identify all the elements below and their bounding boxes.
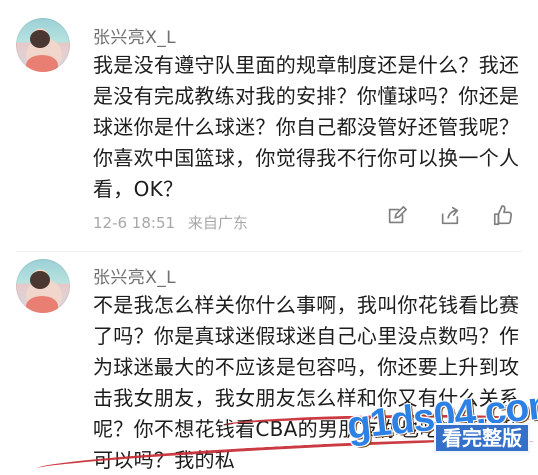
comment-screenshot: 张兴亮X_L 我是没有遵守队里面的规章制度还是什么？我还是没有完成教练对我的安排… — [0, 0, 538, 475]
like-icon[interactable] — [492, 205, 514, 227]
share-icon[interactable] — [439, 205, 461, 227]
comment-text: 我是没有遵守队里面的规章制度还是什么？我还是没有完成教练对我的安排？你懂球吗？你… — [93, 53, 520, 201]
user-avatar[interactable] — [16, 259, 70, 313]
username[interactable]: 张兴亮X_L — [93, 23, 176, 48]
username[interactable]: 张兴亮X_L — [93, 263, 176, 288]
comment-item: 张兴亮X_L 不是我怎么样关你什么事啊，我叫你花钱看比赛了吗？你是真球迷假球迷自… — [0, 252, 538, 475]
comment-meta: 12-6 18:51 来自广东 — [93, 212, 248, 233]
comment-text: 不是我怎么样关你什么事啊，我叫你花钱看比赛了吗？你是真球迷假球迷自己心里没点数吗… — [93, 293, 521, 472]
comment-actions — [386, 205, 514, 227]
user-avatar[interactable] — [16, 18, 70, 72]
comment-item: 张兴亮X_L 我是没有遵守队里面的规章制度还是什么？我还是没有完成教练对我的安排… — [0, 0, 538, 252]
comment-location: 来自广东 — [187, 214, 248, 232]
edit-icon[interactable] — [386, 205, 408, 227]
comment-date: 12-6 18:51 — [93, 214, 176, 232]
